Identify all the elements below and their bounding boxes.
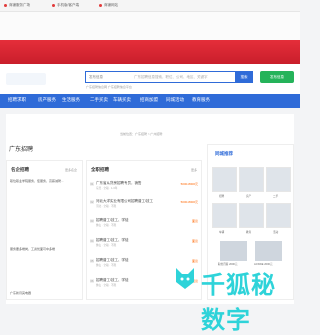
job-row[interactable]: 01 广东省从贷房招聘专员，销售 东莞 · 全职 · 1-3年 5000-800…: [90, 181, 198, 190]
thumbnail[interactable]: [220, 241, 247, 261]
recommend-card[interactable]: [239, 167, 264, 192]
top-link-site[interactable]: 商铺网站: [99, 3, 118, 8]
recommend-card-label: 二手: [273, 195, 279, 198]
job-salary: 面议: [191, 219, 198, 223]
left-panel-more-link[interactable]: 更多名企: [65, 168, 77, 172]
recommend-card[interactable]: [212, 203, 237, 228]
row-index: 02: [90, 200, 94, 204]
nav-tab[interactable]: 生活服务: [62, 97, 80, 103]
watermark-text: 千狐秘数字: [201, 271, 276, 334]
top-link-label: 手机版/客户端: [57, 3, 79, 7]
job-meta: 佛山 · 全职 · 不限: [96, 284, 117, 287]
nav-tab[interactable]: 二手买卖: [90, 97, 108, 103]
page-title: 广东招聘: [9, 147, 34, 153]
job-meta: 东莞 · 全职 · 1-3年: [96, 187, 118, 190]
top-link-mobile[interactable]: 手机版/客户端: [52, 3, 79, 8]
job-meta: 佛山 · 全职 · 不限: [96, 264, 117, 267]
left-list-item[interactable]: 职位职业学院服务，佳服务，高薪诚聘...: [10, 179, 80, 183]
search-category-select[interactable]: 发布信息: [89, 75, 103, 80]
row-index: 06: [90, 279, 94, 283]
thumbnail[interactable]: [255, 241, 282, 261]
job-row[interactable]: 04 招聘普工/技工、学徒 佛山 · 全职 · 不限 面议: [90, 238, 198, 247]
publish-button[interactable]: 发布信息: [260, 71, 294, 83]
recommend-card-label: 车辆: [219, 231, 225, 234]
mid-panel-title: 全职招聘: [91, 167, 109, 172]
phone-icon: [52, 4, 55, 7]
job-row[interactable]: 03 招聘普工/技工、学徒 佛山 · 全职 · 不限 面议: [90, 218, 198, 227]
nav-tab[interactable]: 招商加盟: [140, 97, 158, 103]
location-icon: [4, 4, 7, 7]
recommend-card-label: 房产: [246, 195, 252, 198]
job-salary: 5000-8000元: [180, 200, 198, 204]
job-meta: 佛山 · 全职 · 不限: [96, 244, 117, 247]
top-utility-bar: 商铺服务广场 手机版/客户端 商铺网站: [0, 0, 300, 12]
job-meta: 河北 · 全职 · 不限: [96, 205, 117, 208]
breadcrumb: 当前位置：广东招聘 > 广州招聘: [120, 132, 163, 136]
left-panel: 名企招聘 更多名企 职位职业学院服务，佳服务，高薪诚聘... 服务要多端岗，工资…: [6, 160, 83, 300]
mid-panel-more-link[interactable]: 更多: [191, 168, 197, 172]
search-input[interactable]: 广东招聘信息搜索，职位、公司、地区、关键字: [134, 75, 208, 80]
recommend-card-label: 活动: [273, 231, 279, 234]
right-panel-title: 同城推荐: [215, 151, 233, 156]
top-link-label: 商铺网站: [104, 3, 118, 7]
nav-tab[interactable]: 房产服务: [38, 97, 56, 103]
job-row[interactable]: 02 河北大洋实业有限公司招聘普工/技工 河北 · 全职 · 不限 5000-8…: [90, 199, 198, 208]
job-salary: 5000-8000元: [180, 182, 198, 186]
row-index: 01: [90, 182, 94, 186]
recommend-card[interactable]: [212, 167, 237, 192]
left-list-item[interactable]: 服务要多端岗，工资优面可中多端: [10, 247, 80, 251]
recommend-card[interactable]: [266, 167, 291, 192]
nav-tab[interactable]: 招聘求职: [8, 97, 26, 103]
nav-tab[interactable]: 同城活动: [166, 97, 184, 103]
nav-tab[interactable]: 教育服务: [192, 97, 210, 103]
hot-search-text: 广东招聘信息网 广东招聘信息平台: [86, 85, 132, 89]
left-list-item[interactable]: 广东新月亮电器: [10, 291, 80, 295]
search-button[interactable]: 搜索: [235, 71, 253, 83]
top-link-label: 商铺服务广场: [9, 3, 30, 7]
main-nav: 招聘求职 房产服务 生活服务 二手买卖 车辆买卖 招商加盟 同城活动 教育服务: [0, 94, 300, 108]
top-link-merchant[interactable]: 商铺服务广场: [4, 3, 30, 8]
watermark: 千狐秘数字: [170, 262, 300, 334]
red-banner: [0, 40, 300, 64]
nav-tab[interactable]: 车辆买卖: [113, 97, 131, 103]
row-index: 04: [90, 239, 94, 243]
row-index: 03: [90, 219, 94, 223]
recommend-card[interactable]: [239, 203, 264, 228]
home-icon: [99, 4, 102, 7]
row-index: 05: [90, 259, 94, 263]
recommend-card[interactable]: [266, 203, 291, 228]
job-salary: 面议: [191, 239, 198, 243]
fox-logo-icon: [176, 268, 194, 289]
left-panel-title: 名企招聘: [11, 167, 29, 172]
recommend-card-label: 招聘: [219, 195, 225, 198]
site-logo[interactable]: [6, 73, 46, 85]
search-box: 发布信息 广东招聘信息搜索，职位、公司、地区、关键字 搜索: [85, 71, 253, 83]
recommend-card-label: 教育: [246, 231, 252, 234]
job-meta: 佛山 · 全职 · 不限: [96, 224, 117, 227]
